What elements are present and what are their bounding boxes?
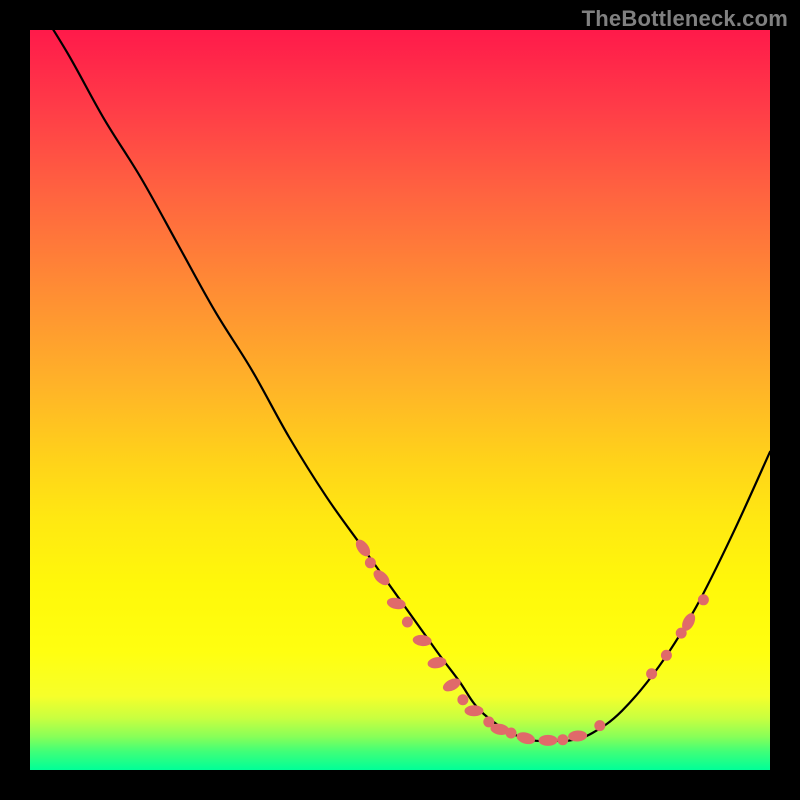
curve-marker: [427, 656, 446, 669]
curve-marker: [539, 735, 557, 745]
chart-stage: TheBottleneck.com: [0, 0, 800, 800]
watermark-text: TheBottleneck.com: [582, 6, 788, 32]
curve-marker: [442, 676, 463, 693]
plot-area: [30, 30, 770, 770]
curve-marker: [568, 730, 587, 741]
curve-marker: [558, 735, 568, 745]
curve-marker: [413, 635, 432, 647]
curve-markers: [354, 538, 709, 746]
curve-marker: [458, 695, 468, 705]
curve-marker: [595, 721, 605, 731]
curve-layer: [30, 30, 770, 770]
curve-marker: [506, 728, 516, 738]
curve-marker: [661, 650, 671, 660]
curve-marker: [365, 558, 375, 568]
curve-marker: [516, 731, 536, 746]
curve-marker: [386, 597, 406, 610]
bottleneck-curve: [30, 0, 770, 741]
curve-marker: [402, 617, 412, 627]
curve-marker: [465, 706, 483, 716]
curve-marker: [698, 595, 708, 605]
curve-marker: [647, 669, 657, 679]
